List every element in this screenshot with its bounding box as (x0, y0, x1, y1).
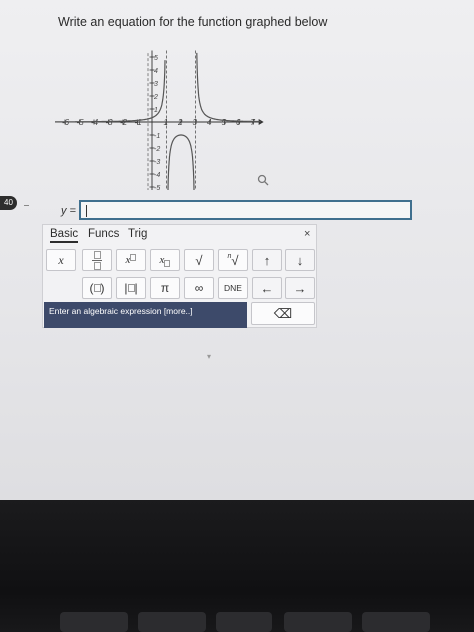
arrow-right-button[interactable]: → (285, 277, 315, 299)
close-keypad-button[interactable]: × (304, 228, 310, 240)
hint-text: Enter an algebraic expression [more..] (49, 306, 193, 316)
keyboard-key (284, 612, 352, 632)
function-graph: -7-6-5-4-3-2-1123456754321-1-2-3-4-5 (55, 50, 264, 190)
question-marker (24, 205, 29, 206)
x-tick-label: 1 (164, 118, 168, 127)
keyboard-key (60, 612, 128, 632)
x-tick-label: 5 (222, 118, 227, 127)
y-tick-label: 1 (154, 107, 158, 114)
variable-x-button[interactable]: x (46, 249, 76, 271)
question-text: Write an equation for the function graph… (58, 15, 328, 29)
backspace-button[interactable]: ⌫ (251, 302, 315, 325)
curve-left-branch (55, 60, 166, 123)
nth-root-button[interactable]: n √ (218, 249, 248, 271)
sqrt-button[interactable]: √ (184, 249, 214, 271)
paren-placeholder-icon (93, 284, 101, 292)
curve-right-branch (196, 52, 261, 123)
fraction-bar-icon (92, 259, 102, 261)
numerator-placeholder-icon (93, 250, 101, 259)
keyboard-key (362, 612, 430, 632)
arrow-down-button[interactable]: ↓ (285, 249, 315, 271)
x-tick-label: -5 (77, 118, 85, 127)
denominator-placeholder-icon (93, 261, 101, 270)
y-tick-label: -4 (154, 172, 160, 179)
tab-basic[interactable]: Basic (50, 228, 79, 243)
y-tick-label: 2 (153, 94, 158, 101)
infinity-button[interactable]: ∞ (184, 277, 214, 299)
exponent-button[interactable]: x (116, 249, 146, 271)
hint-tooltip[interactable]: Enter an algebraic expression [more..] (44, 302, 247, 328)
absolute-value-button[interactable]: | | (116, 277, 146, 299)
curve-middle-branch (167, 134, 195, 190)
y-tick-label: 3 (154, 81, 158, 88)
x-tick-label: 4 (207, 118, 212, 127)
x-tick-label: 6 (236, 118, 241, 127)
arrow-left-button[interactable]: ← (252, 277, 282, 299)
superscript-placeholder-icon (130, 253, 137, 261)
y-tick-label: 4 (154, 68, 158, 75)
y-tick-label: -5 (154, 185, 160, 190)
dne-button[interactable]: DNE (218, 277, 248, 299)
magnify-icon[interactable] (257, 174, 269, 186)
abs-placeholder-icon (127, 284, 135, 292)
x-tick-label: -2 (120, 118, 128, 127)
tab-funcs[interactable]: Funcs (88, 228, 119, 240)
x-tick-label: 7 (251, 118, 256, 127)
answer-label: y = (61, 205, 76, 217)
subscript-placeholder-icon (164, 259, 171, 267)
tab-trig[interactable]: Trig (128, 228, 147, 240)
x-tick-label: -6 (62, 118, 70, 127)
parentheses-button[interactable]: ( ) (82, 277, 112, 299)
answer-input[interactable] (79, 200, 412, 220)
y-tick-label: -3 (154, 159, 160, 166)
subscript-button[interactable]: x (150, 249, 180, 271)
y-tick-label: -2 (154, 146, 160, 153)
x-tick-label: -1 (135, 118, 142, 127)
x-tick-label: 3 (193, 118, 198, 127)
pi-button[interactable]: π (150, 277, 180, 299)
text-caret (86, 205, 87, 217)
question-number-badge: 40 (0, 196, 17, 210)
x-tick-label: -3 (106, 118, 114, 127)
arrow-up-button[interactable]: ↑ (252, 249, 282, 271)
x-tick-label: -4 (91, 118, 99, 127)
stray-mark: ▾ (207, 352, 212, 361)
y-tick-label: -1 (154, 133, 160, 140)
y-tick-label: 5 (154, 55, 158, 62)
backspace-icon: ⌫ (273, 305, 293, 321)
x-tick-label: 2 (177, 118, 183, 127)
keyboard-key (138, 612, 206, 632)
keyboard-key (216, 612, 272, 632)
fraction-button[interactable] (82, 249, 112, 271)
